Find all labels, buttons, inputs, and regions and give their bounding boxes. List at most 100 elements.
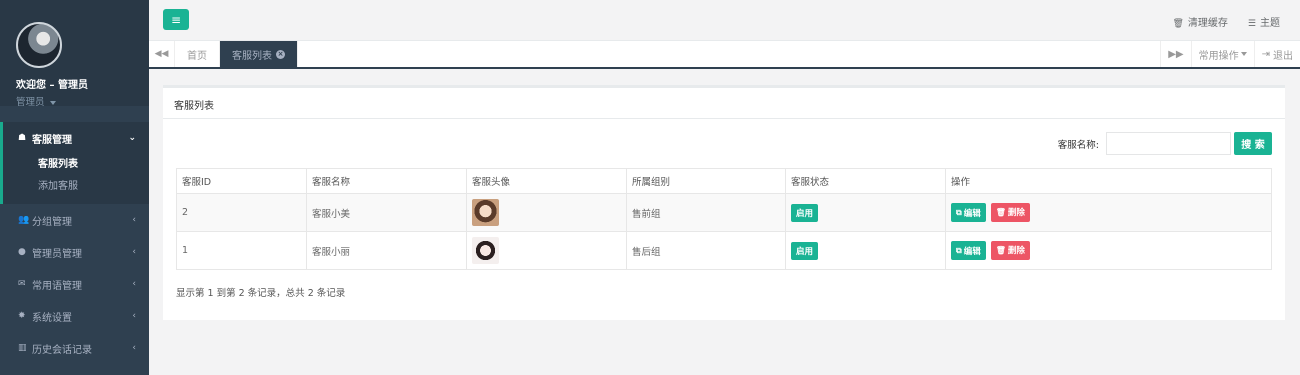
tab-service-list[interactable]: 客服列表 × (220, 41, 298, 67)
role-dropdown[interactable]: 管理员 (16, 94, 149, 108)
sidebar-item-service-management[interactable]: ☗ 客服管理 ⌄ (3, 122, 149, 154)
list-icon: ☰ (1247, 19, 1256, 29)
sidebar: 欢迎您 – 管理员 管理员 ☗ 客服管理 ⌄ 客服列表 添加客服 👥 分组管理 … (0, 0, 149, 375)
backward-icon: ◀◀ (154, 49, 169, 59)
user-icon: ● (18, 247, 26, 257)
theme-label: 主题 (1260, 18, 1280, 29)
sidebar-subitem-service-list[interactable]: 客服列表 (38, 154, 149, 176)
table-row: 1 客服小丽 售后组 启用 ⧉ 编辑 🗑 删除 (176, 231, 1272, 270)
role-label: 管理员 (16, 97, 45, 108)
tabs-prev-button[interactable]: ◀◀ (149, 41, 175, 67)
search-input[interactable] (1106, 132, 1231, 155)
sidebar-item-label: 分组管理 (32, 216, 72, 228)
chevron-left-icon: ‹ (132, 215, 136, 225)
chevron-left-icon: ‹ (132, 247, 136, 257)
sidebar-item-group-management[interactable]: 👥 分组管理 ‹ (0, 204, 149, 236)
top-links: 🗑 清理缓存 ☰ 主题 (1172, 14, 1280, 29)
service-table: 客服ID 客服名称 客服头像 所属组别 客服状态 操作 2 客服小美 售前组 启… (176, 168, 1272, 270)
edit-button[interactable]: ⧉ 编辑 (951, 241, 986, 261)
cell-actions: ⧉ 编辑 🗑 删除 (945, 231, 1272, 270)
delete-button[interactable]: 🗑 删除 (990, 202, 1030, 222)
cell-id: 2 (176, 193, 307, 232)
column-header[interactable]: 客服头像 (466, 168, 627, 194)
welcome-text: 欢迎您 – 管理员 (16, 80, 88, 91)
delete-button[interactable]: 🗑 删除 (990, 240, 1030, 260)
logout-label: 退出 (1273, 50, 1293, 62)
trash-icon: 🗑 (995, 245, 1006, 255)
sidebar-item-system-settings[interactable]: ✸ 系统设置 ‹ (0, 300, 149, 332)
column-header[interactable]: 客服状态 (785, 168, 946, 194)
chevron-left-icon: ‹ (132, 311, 136, 321)
close-icon[interactable]: × (276, 49, 285, 59)
nav-group-service: ☗ 客服管理 ⌄ 客服列表 添加客服 (0, 122, 149, 204)
chevron-left-icon: ‹ (132, 343, 136, 353)
top-navbar: ≡ 🗑 清理缓存 ☰ 主题 (149, 0, 1300, 41)
users-icon: 👥 (18, 215, 30, 225)
column-header[interactable]: 客服ID (176, 168, 307, 194)
table-row: 2 客服小美 售前组 启用 ⧉ 编辑 🗑 删除 (176, 193, 1272, 232)
content-panel: 客服列表 客服名称: 搜 索 客服ID 客服名称 客服头像 所属组别 客服状态 … (163, 85, 1285, 320)
column-header[interactable]: 所属组别 (626, 168, 786, 194)
tab-label: 客服列表 (232, 50, 272, 62)
edit-label: 编辑 (963, 246, 981, 257)
sidebar-item-label: 系统设置 (32, 312, 72, 324)
tabs-bar: ◀◀ 首页 客服列表 × ▶▶ 常用操作 ⇥ 退出 (149, 41, 1300, 69)
sidebar-item-phrases-management[interactable]: ✉ 常用语管理 ‹ (0, 268, 149, 300)
sidebar-item-history[interactable]: ▥ 历史会话记录 ‹ (0, 332, 149, 364)
sidebar-subitem-add-service[interactable]: 添加客服 (38, 176, 149, 198)
service-avatar-image (472, 237, 499, 264)
hamburger-icon: ≡ (170, 12, 182, 27)
copy-icon: ⧉ (956, 245, 962, 255)
search-button[interactable]: 搜 索 (1234, 132, 1272, 155)
tabs-right: ▶▶ 常用操作 ⇥ 退出 (1160, 41, 1300, 67)
panel-title: 客服列表 (163, 88, 1285, 119)
common-ops-dropdown[interactable]: 常用操作 (1190, 41, 1254, 67)
cell-avatar (466, 193, 627, 232)
submenu: 客服列表 添加客服 (3, 154, 149, 204)
bar-chart-icon: ▥ (18, 343, 27, 353)
theme-link[interactable]: ☰ 主题 (1248, 14, 1280, 29)
sidebar-item-admin-management[interactable]: ● 管理员管理 ‹ (0, 236, 149, 268)
gear-icon: ✸ (18, 311, 26, 321)
forward-icon: ▶▶ (1168, 48, 1184, 60)
caret-down-icon (49, 100, 56, 105)
chevron-left-icon: ‹ (132, 279, 136, 289)
cell-group: 售后组 (626, 231, 786, 270)
cell-name: 客服小丽 (306, 231, 467, 270)
search-label: 客服名称: (1057, 139, 1099, 151)
table-header-row: 客服ID 客服名称 客服头像 所属组别 客服状态 操作 (176, 168, 1272, 194)
cell-status: 启用 (785, 193, 946, 232)
sidebar-item-label: 管理员管理 (32, 248, 82, 260)
comments-icon: ✉ (18, 279, 26, 289)
sign-out-icon: ⇥ (1261, 48, 1270, 60)
caret-down-icon (1240, 52, 1247, 56)
tab-home[interactable]: 首页 (175, 41, 220, 67)
sidebar-item-label: 常用语管理 (32, 280, 82, 292)
edit-button[interactable]: ⧉ 编辑 (951, 203, 986, 223)
column-header[interactable]: 操作 (945, 168, 1272, 194)
tabs-next-button[interactable]: ▶▶ (1160, 41, 1190, 67)
logout-button[interactable]: ⇥ 退出 (1253, 41, 1300, 67)
clear-cache-label: 清理缓存 (1187, 18, 1228, 29)
status-badge: 启用 (791, 203, 819, 222)
copy-icon: ⧉ (956, 207, 962, 217)
delete-label: 删除 (1007, 208, 1025, 219)
trash-icon: 🗑 (995, 207, 1006, 217)
cell-name: 客服小美 (306, 193, 467, 232)
sidebar-item-label: 历史会话记录 (32, 344, 92, 356)
sidebar-nav: ☗ 客服管理 ⌄ 客服列表 添加客服 👥 分组管理 ‹ ● 管理员管理 ‹ ✉ … (0, 122, 149, 364)
profile-area: 欢迎您 – 管理员 管理员 (0, 0, 149, 108)
column-header[interactable]: 客服名称 (306, 168, 467, 194)
chevron-down-icon: ⌄ (128, 133, 136, 143)
search-form: 客服名称: 搜 索 (1058, 132, 1272, 155)
avatar[interactable] (16, 22, 62, 68)
edit-label: 编辑 (963, 208, 981, 219)
tab-label: 首页 (187, 50, 207, 62)
sidebar-item-label: 客服管理 (32, 134, 72, 146)
cell-id: 1 (176, 231, 307, 270)
delete-label: 删除 (1007, 246, 1025, 257)
clear-cache-link[interactable]: 🗑 清理缓存 (1172, 14, 1227, 29)
common-ops-label: 常用操作 (1198, 50, 1239, 62)
menu-toggle-button[interactable]: ≡ (163, 9, 189, 30)
trash-icon: 🗑 (1172, 19, 1184, 29)
